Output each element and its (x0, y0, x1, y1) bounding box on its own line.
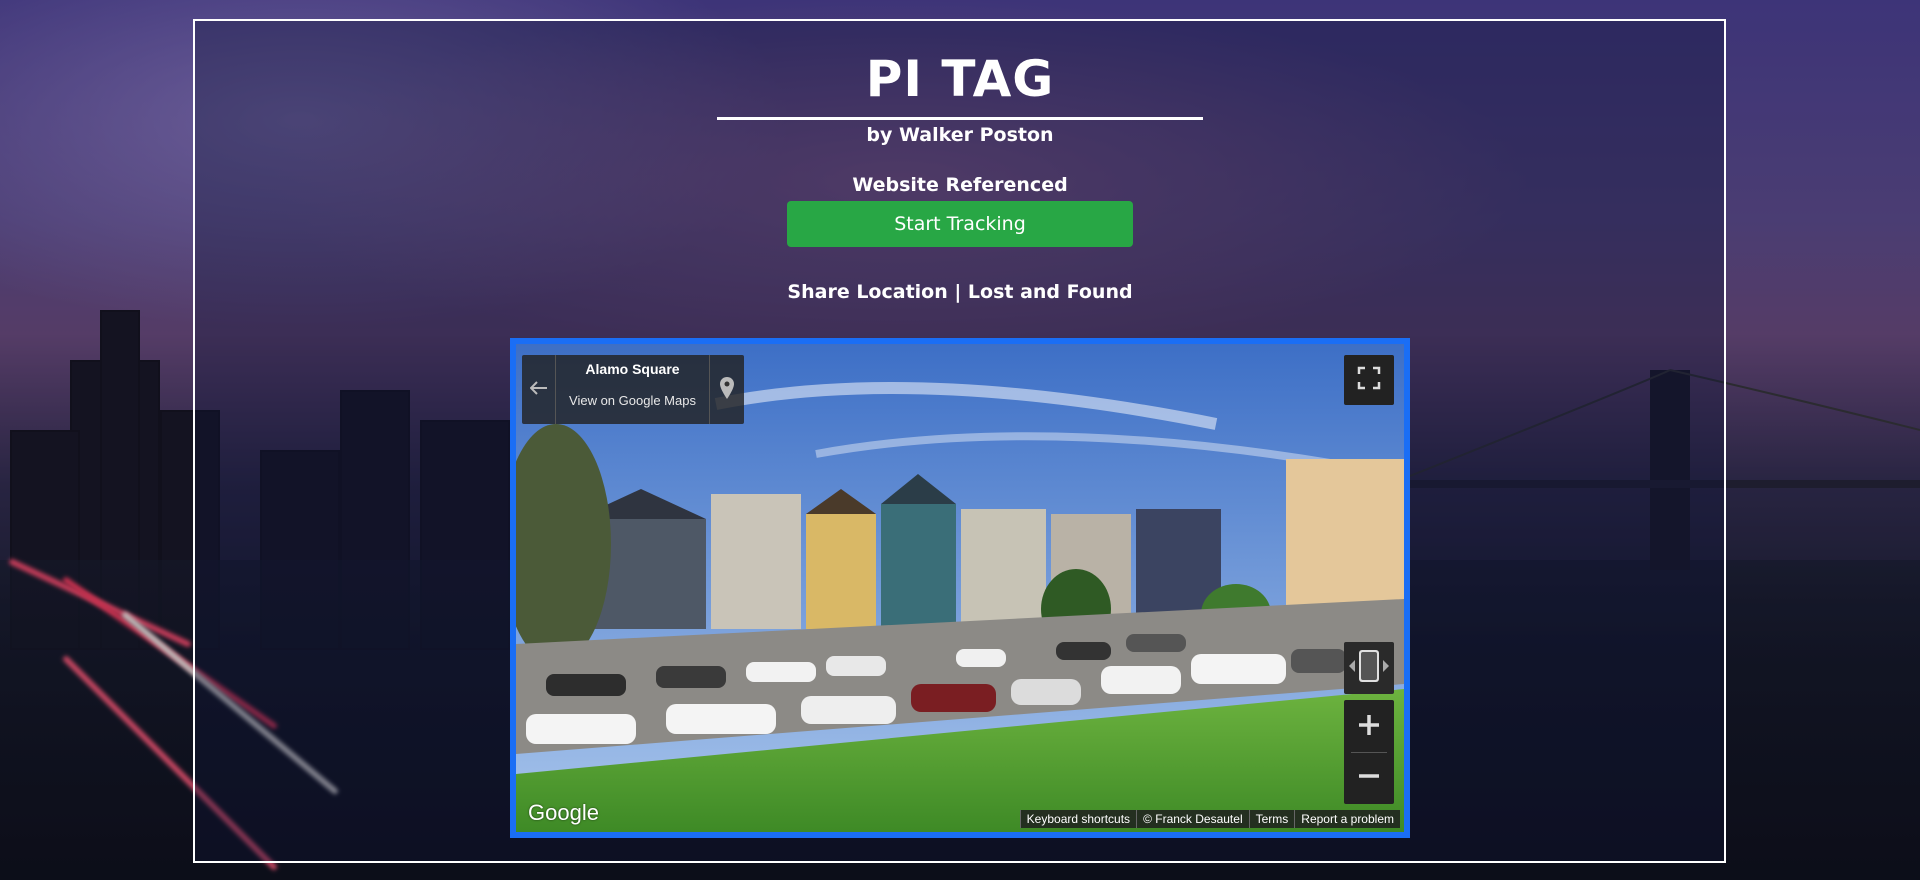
rotate-view-control[interactable] (1344, 642, 1394, 694)
keyboard-shortcuts-link[interactable]: Keyboard shortcuts (1019, 810, 1137, 828)
street-view-map[interactable]: Alamo Square View on Google Maps Google … (510, 338, 1410, 838)
author-credit: © Franck Desautel (1136, 810, 1249, 828)
website-referenced-text: Website Referenced (852, 174, 1068, 196)
street-view-info-box: Alamo Square View on Google Maps (522, 355, 744, 424)
location-pin-button[interactable] (709, 355, 744, 424)
title-underline (717, 117, 1203, 120)
page-title: PI TAG (865, 50, 1055, 108)
zoom-control (1344, 700, 1394, 804)
location-pin-icon (720, 376, 734, 403)
zoom-in-button[interactable] (1344, 702, 1394, 752)
arrow-left-icon (529, 380, 548, 399)
start-tracking-button[interactable]: Start Tracking (787, 201, 1133, 247)
plus-icon (1357, 713, 1381, 741)
nav-links: Share Location | Lost and Found (0, 281, 1920, 303)
place-name: Alamo Square (585, 361, 680, 377)
fullscreen-button[interactable] (1344, 355, 1394, 405)
byline: by Walker Poston (866, 124, 1054, 146)
terms-link[interactable]: Terms (1248, 810, 1295, 828)
share-location-link[interactable]: Share Location (787, 281, 947, 303)
rotate-view-icon (1346, 644, 1392, 692)
map-attribution: Keyboard shortcuts © Franck Desautel Ter… (1019, 810, 1400, 828)
view-on-google-maps-link[interactable]: View on Google Maps (556, 393, 709, 408)
lost-and-found-link[interactable]: Lost and Found (968, 281, 1133, 303)
back-button[interactable] (522, 355, 556, 424)
minus-icon (1357, 764, 1381, 792)
google-logo: Google (528, 800, 599, 825)
fullscreen-icon (1357, 366, 1381, 394)
link-separator: | (947, 281, 968, 303)
zoom-out-button[interactable] (1344, 753, 1394, 803)
report-problem-link[interactable]: Report a problem (1294, 810, 1400, 828)
